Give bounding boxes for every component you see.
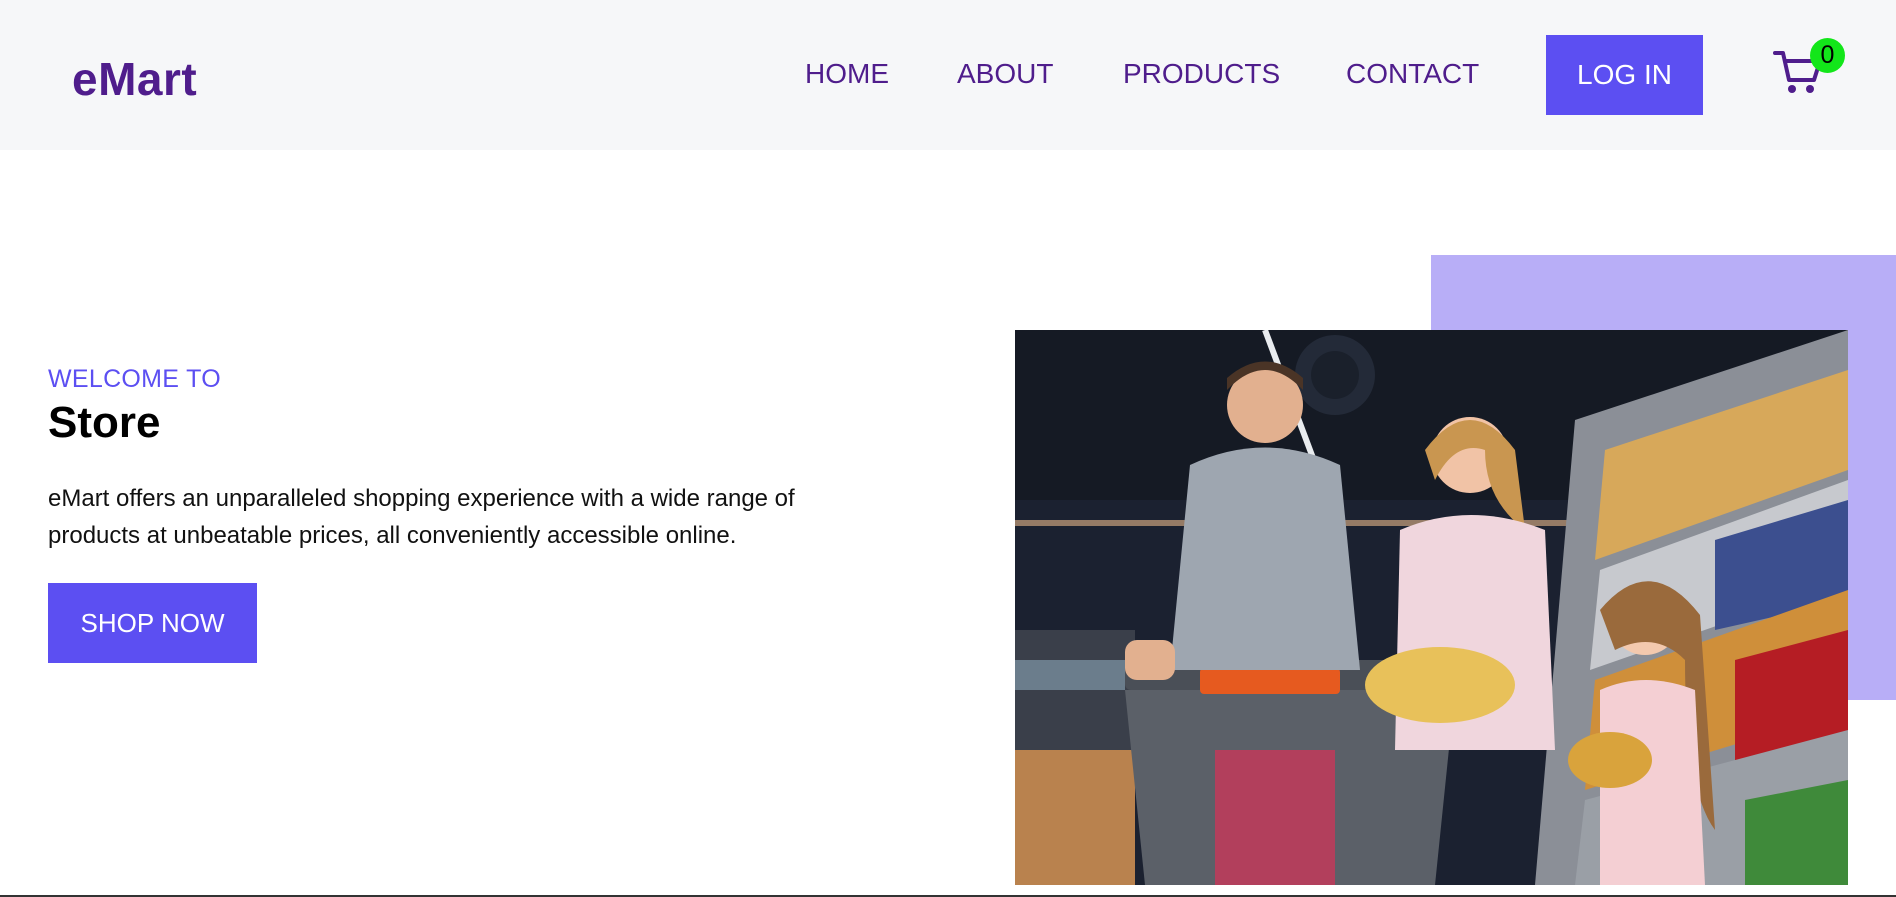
hero-title: Store <box>48 398 161 447</box>
cart-count-badge: 0 <box>1810 38 1845 73</box>
nav-contact-link[interactable]: CONTACT <box>1346 58 1479 90</box>
family-shopping-photo-icon <box>1015 330 1848 885</box>
login-button[interactable]: LOG IN <box>1546 35 1703 115</box>
site-logo[interactable]: eMart <box>72 52 197 106</box>
page: eMart HOME ABOUT PRODUCTS CONTACT LOG IN… <box>0 0 1896 897</box>
shop-now-button[interactable]: SHOP NOW <box>48 583 257 663</box>
hero-image <box>1015 330 1848 885</box>
nav-home-link[interactable]: HOME <box>805 58 889 90</box>
hero-description: eMart offers an unparalleled shopping ex… <box>48 485 795 549</box>
nav-about-link[interactable]: ABOUT <box>957 58 1053 90</box>
cart-button[interactable]: 0 <box>1772 38 1862 108</box>
nav-products-link[interactable]: PRODUCTS <box>1123 58 1280 90</box>
hero-eyebrow: WELCOME TO <box>48 365 221 393</box>
site-header: eMart HOME ABOUT PRODUCTS CONTACT LOG IN… <box>0 0 1896 150</box>
